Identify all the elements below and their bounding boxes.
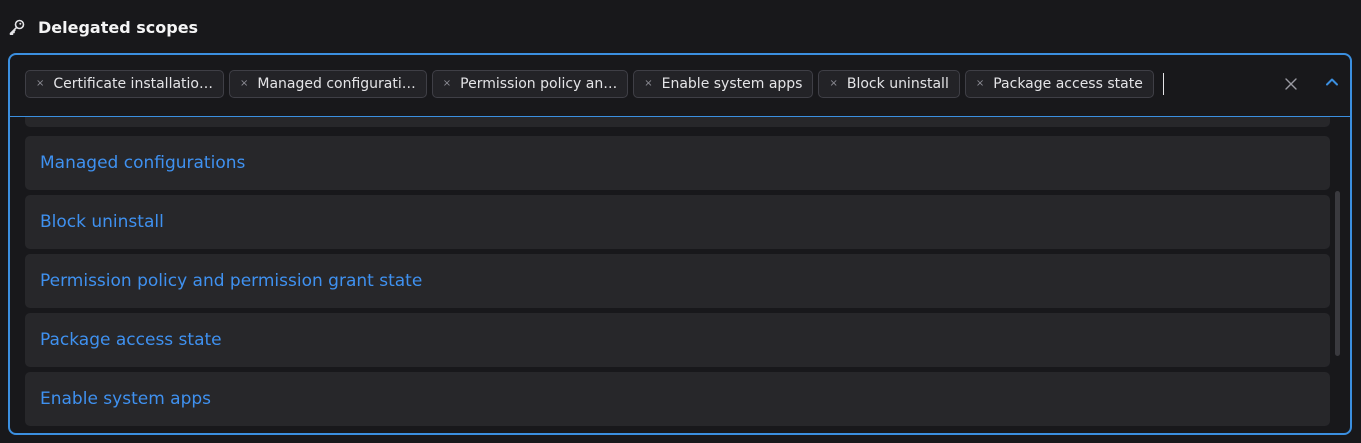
chip-package-access-state: × Package access state [964, 70, 1154, 98]
chip-certificate-installation: × Certificate installatio… [25, 70, 224, 98]
chip-label: Certificate installatio… [53, 76, 213, 92]
chip-label: Package access state [993, 76, 1143, 92]
option-label: Enable system apps [40, 389, 212, 409]
delegated-scopes-panel: Delegated scopes × Certificate installat… [0, 0, 1361, 443]
option-label: Block uninstall [40, 212, 164, 232]
chip-label: Block uninstall [846, 76, 949, 92]
selected-chips-row[interactable]: × Certificate installatio… × Managed con… [10, 55, 1350, 117]
chevron-up-icon[interactable] [1323, 73, 1341, 91]
chip-remove-icon[interactable]: × [240, 79, 248, 89]
chip-managed-configurations: × Managed configurati… [229, 70, 427, 98]
chip-remove-icon[interactable]: × [36, 79, 44, 89]
list-item-partial[interactable] [25, 117, 1330, 127]
scrollbar-thumb[interactable] [1335, 191, 1340, 356]
chip-list: × Certificate installatio… × Managed con… [25, 70, 1164, 98]
section-title: Delegated scopes [38, 17, 199, 37]
chip-remove-icon[interactable]: × [976, 79, 984, 89]
clear-icon[interactable] [1283, 76, 1299, 92]
chip-remove-icon[interactable]: × [644, 79, 652, 89]
options-list[interactable]: Managed configurations Block uninstall P… [25, 117, 1330, 433]
chip-label: Managed configurati… [257, 76, 416, 92]
option-enable-system-apps[interactable]: Enable system apps [25, 372, 1330, 426]
key-icon [8, 18, 26, 36]
option-label: Package access state [40, 330, 222, 350]
chip-label: Permission policy an… [460, 76, 618, 92]
chip-permission-policy: × Permission policy an… [431, 70, 629, 98]
scope-multiselect[interactable]: × Certificate installatio… × Managed con… [8, 53, 1352, 435]
option-permission-policy[interactable]: Permission policy and permission grant s… [25, 254, 1330, 308]
option-label: Managed configurations [40, 153, 246, 173]
chip-remove-icon[interactable]: × [443, 79, 451, 89]
option-block-uninstall[interactable]: Block uninstall [25, 195, 1330, 249]
chip-remove-icon[interactable]: × [829, 79, 837, 89]
chip-enable-system-apps: × Enable system apps [633, 70, 814, 98]
text-cursor[interactable] [1162, 73, 1164, 95]
chip-label: Enable system apps [661, 76, 803, 92]
option-package-access-state[interactable]: Package access state [25, 313, 1330, 367]
section-header: Delegated scopes [8, 15, 198, 39]
chip-block-uninstall: × Block uninstall [818, 70, 960, 98]
option-label: Permission policy and permission grant s… [40, 271, 423, 291]
option-managed-configurations[interactable]: Managed configurations [25, 136, 1330, 190]
